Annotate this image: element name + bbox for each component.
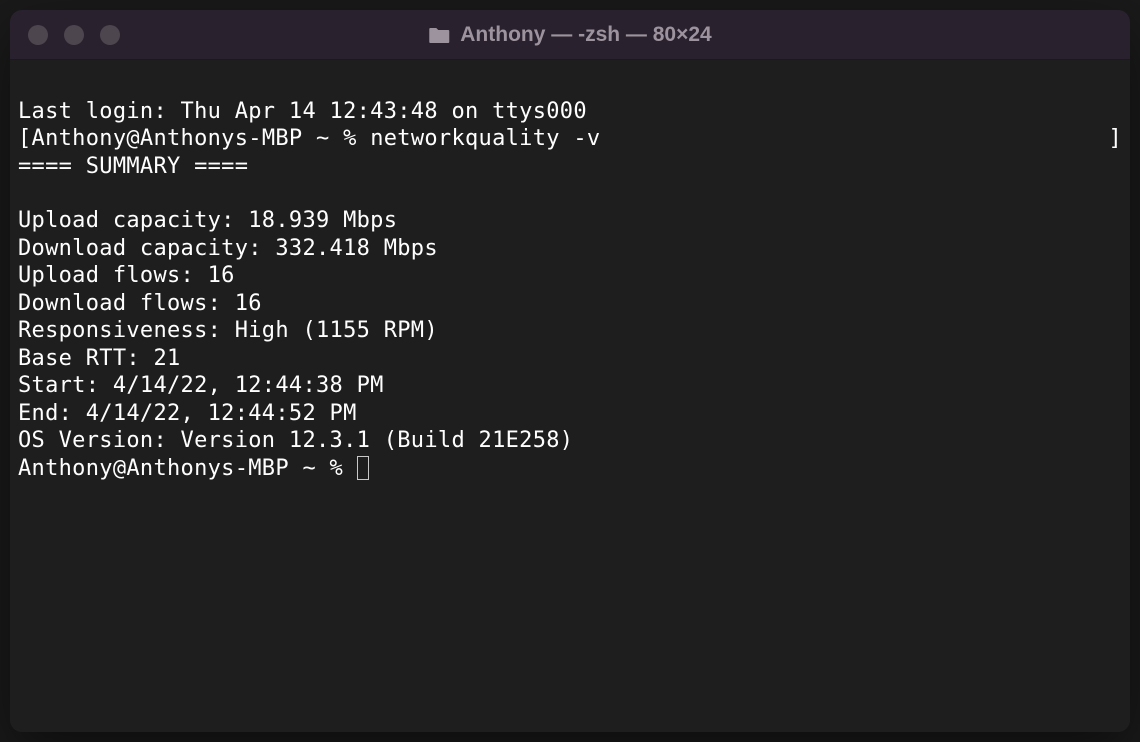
prompt-open-bracket: [ bbox=[18, 126, 32, 151]
start-line: Start: 4/14/22, 12:44:38 PM bbox=[18, 372, 1122, 400]
download-capacity-line: Download capacity: 332.418 Mbps bbox=[18, 235, 1122, 263]
summary-header: ==== SUMMARY ==== bbox=[18, 153, 1122, 181]
maximize-button[interactable] bbox=[100, 25, 120, 45]
terminal-window: Anthony — -zsh — 80×24 Last login: Thu A… bbox=[10, 10, 1130, 732]
terminal-body[interactable]: Last login: Thu Apr 14 12:43:48 on ttys0… bbox=[10, 60, 1130, 732]
os-version-line: OS Version: Version 12.3.1 (Build 21E258… bbox=[18, 427, 1122, 455]
base-rtt-line: Base RTT: 21 bbox=[18, 345, 1122, 373]
window-controls bbox=[10, 25, 120, 45]
window-title-container: Anthony — -zsh — 80×24 bbox=[428, 23, 711, 47]
prompt-close-bracket: ] bbox=[1108, 125, 1122, 153]
upload-flows-line: Upload flows: 16 bbox=[18, 262, 1122, 290]
prompt-2: Anthony@Anthonys-MBP ~ % bbox=[18, 456, 357, 481]
entered-command: networkquality -v bbox=[370, 126, 600, 151]
folder-icon bbox=[428, 26, 450, 44]
close-button[interactable] bbox=[28, 25, 48, 45]
responsiveness-line: Responsiveness: High (1155 RPM) bbox=[18, 317, 1122, 345]
window-title: Anthony — -zsh — 80×24 bbox=[460, 23, 711, 47]
download-flows-line: Download flows: 16 bbox=[18, 290, 1122, 318]
minimize-button[interactable] bbox=[64, 25, 84, 45]
cursor bbox=[357, 456, 369, 480]
last-login-line: Last login: Thu Apr 14 12:43:48 on ttys0… bbox=[18, 98, 1122, 126]
upload-capacity-line: Upload capacity: 18.939 Mbps bbox=[18, 207, 1122, 235]
command-line-2[interactable]: Anthony@Anthonys-MBP ~ % bbox=[18, 455, 1122, 483]
prompt-1: Anthony@Anthonys-MBP ~ % bbox=[32, 126, 371, 151]
blank-line bbox=[18, 180, 1122, 207]
command-line-1: [Anthony@Anthonys-MBP ~ % networkquality… bbox=[18, 125, 1122, 153]
end-line: End: 4/14/22, 12:44:52 PM bbox=[18, 400, 1122, 428]
title-bar[interactable]: Anthony — -zsh — 80×24 bbox=[10, 10, 1130, 60]
